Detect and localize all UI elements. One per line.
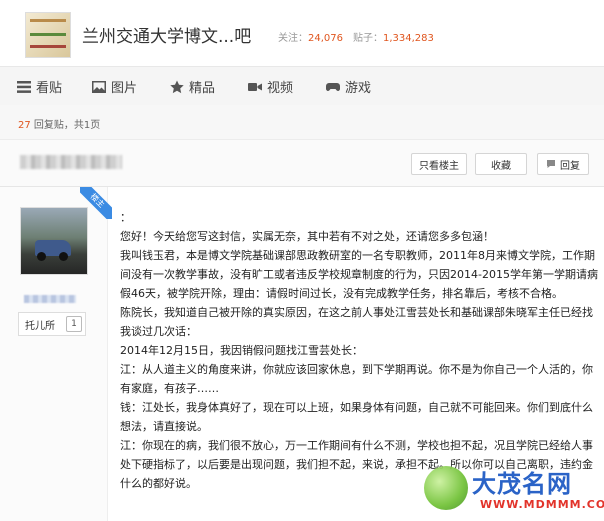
post-line: 我叫钱玉君，本是博文学院基础课部思政教研室的一名专职教师，2011年8月来博文学… (120, 249, 598, 300)
nav-tab-posts[interactable]: 看贴 (17, 77, 62, 96)
nav-tab-images[interactable]: 图片 (92, 77, 137, 96)
level-name: 托儿所 (25, 320, 55, 332)
posts-label: 贴子： (353, 33, 383, 44)
watermark-text: 大茂名网 (472, 469, 572, 498)
posts-count: 1,334,283 (383, 33, 434, 44)
reply-count: 27 (18, 120, 31, 131)
nav-tab-label: 图片 (111, 81, 138, 96)
star-icon (170, 80, 184, 93)
thread-meta: 27 回复贴，共1页 (0, 105, 604, 140)
video-icon (248, 82, 262, 91)
forum-nav: 看贴 图片 精品 视频 游戏 (0, 66, 604, 106)
nav-tab-videos[interactable]: 视频 (248, 77, 293, 96)
only-op-button[interactable]: 只看楼主 (411, 153, 467, 175)
favorite-button[interactable]: 收藏 (475, 153, 527, 175)
post-line: 陈院长，我知道自己被开除的真实原因，在这之前人事处江雪芸处长和基础课部朱晓军主任… (120, 306, 593, 338)
watermark-url: WWW.MDMMM.COM (480, 498, 604, 511)
post-line: ： (120, 211, 131, 224)
author-panel: 托儿所 1 (0, 187, 108, 521)
user-level-badge[interactable]: 托儿所 1 (18, 312, 86, 336)
nav-tab-label: 视频 (267, 81, 294, 96)
blurred-username[interactable] (24, 295, 76, 303)
nav-tab-label: 精品 (189, 81, 216, 96)
forum-stats: 关注：24,076 贴子：1,334,283 (278, 29, 434, 44)
op-ribbon: 楼主 (80, 187, 112, 219)
avatar[interactable] (20, 207, 88, 275)
post-content: ： 您好！今天给您写这封信，实属无奈，其中若有不对之处，还请您多多包涵！ 我叫钱… (120, 208, 598, 493)
follow-label: 关注： (278, 33, 308, 44)
post-line: 您好！今天给您写这封信，实属无奈，其中若有不对之处，还请您多多包涵！ (120, 230, 494, 243)
forum-logo[interactable] (25, 12, 71, 58)
forum-title[interactable]: 兰州交通大学博文...吧 (82, 22, 251, 47)
nav-tab-games[interactable]: 游戏 (326, 77, 371, 96)
follow-count: 24,076 (308, 33, 343, 44)
list-icon (17, 80, 31, 93)
nav-tab-featured[interactable]: 精品 (170, 77, 215, 96)
post-line: 江：从人道主义的角度来讲，你就应该回家休息，到下学期再说。你不是为你自己一个人活… (120, 363, 593, 395)
watermark-logo-icon (424, 466, 468, 510)
forum-header: 兰州交通大学博文...吧 关注：24,076 贴子：1,334,283 (0, 0, 604, 66)
image-icon (92, 80, 106, 93)
site-watermark: 大茂名网 WWW.MDMMM.COM (420, 452, 604, 521)
post-line: 2014年12月15日，我因销假问题找江雪芸处长： (120, 344, 363, 357)
gamepad-icon (326, 82, 340, 91)
nav-tab-label: 游戏 (345, 81, 372, 96)
reply-summary: 27 回复贴，共1页 (18, 120, 101, 131)
post-line: 钱：江处长，我身体真好了，现在可以上班，如果身体有问题，自己就不可能回来。你们到… (120, 401, 593, 433)
nav-tab-label: 看贴 (36, 81, 63, 96)
reply-button[interactable]: 回复 (537, 153, 589, 175)
level-number: 1 (66, 316, 82, 332)
blurred-thread-title (20, 155, 122, 169)
post-header-bar: 只看楼主 收藏 回复 (0, 140, 604, 187)
reply-icon (547, 160, 555, 168)
